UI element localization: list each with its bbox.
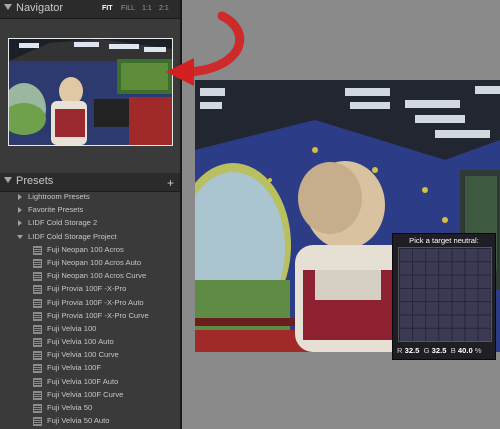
preset-item[interactable]: Fuji Neopan 100 Acros <box>0 243 180 256</box>
thumbnail-image <box>9 39 172 145</box>
preset-icon <box>33 404 42 413</box>
triangle-down-icon[interactable] <box>17 234 23 239</box>
preset-item[interactable]: Fuji Provia 100F -X-Pro <box>0 282 180 295</box>
preset-item[interactable]: Fuji Neopan 100 Acros Curve <box>0 269 180 282</box>
preset-item[interactable]: Fuji Neopan 100 Acros Auto <box>0 256 180 269</box>
preset-label: Fuji Provia 100F -X-Pro <box>47 284 127 294</box>
preset-label: Fuji Velvia 100F Curve <box>47 389 124 399</box>
preset-label: Fuji Velvia 100 <box>47 323 97 333</box>
preset-folder-favorite[interactable]: Favorite Presets <box>0 203 180 216</box>
preset-icon <box>33 338 42 348</box>
preset-label: Fuji Velvia 100 Curve <box>47 350 119 360</box>
preset-label: Fuji Neopan 100 Acros Curve <box>47 271 147 281</box>
target-neutral-loupe: Pick a target neutral: R 32.5 G 32.5 B 4… <box>392 233 496 360</box>
preset-label: Fuji Velvia 100F Auto <box>47 376 119 386</box>
preset-icon <box>33 390 42 400</box>
rgb-readout: R 32.5 G 32.5 B 40.0 % <box>397 346 482 355</box>
preset-folder-label: Favorite Presets <box>28 205 84 215</box>
preset-folder-lidf-cold-storage-2[interactable]: LIDF Cold Storage 2 <box>0 216 180 229</box>
preset-folder-lidf-cold-storage-project[interactable]: LIDF Cold Storage Project <box>0 230 180 243</box>
preset-folder-lightroom[interactable]: Lightroom Presets <box>0 190 180 203</box>
preset-label: Fuji Provia 100F -X-Pro Auto <box>47 297 144 307</box>
preset-label: Fuji Velvia 50 <box>47 403 93 412</box>
preset-label: Fuji Velvia 100 Auto <box>47 337 114 347</box>
triangle-right-icon[interactable] <box>18 194 22 200</box>
preset-folder-label: Lightroom Presets <box>28 192 90 201</box>
preset-icon <box>33 272 42 282</box>
preset-item[interactable]: Fuji Velvia 100 Auto <box>0 335 180 348</box>
preset-item[interactable]: Fuji Provia 100F -X-Pro Curve <box>0 309 180 322</box>
r-value: 32.5 <box>404 346 420 355</box>
preset-item[interactable]: Fuji Velvia 100 Curve <box>0 348 180 361</box>
g-label: G <box>423 346 430 355</box>
r-label: R <box>397 346 403 355</box>
preset-icon <box>33 417 42 427</box>
zoom-fill-option[interactable]: FILL <box>121 5 135 12</box>
preset-item[interactable]: Fuji Velvia 100F Curve <box>0 388 180 401</box>
preset-list: Lightroom Presets Favorite Presets LIDF … <box>0 190 180 427</box>
preset-icon <box>33 258 42 268</box>
navigator-header[interactable]: Navigator FIT FILL 1:1 2:1 <box>0 0 180 19</box>
preset-item[interactable]: Fuji Velvia 100F <box>0 361 180 374</box>
preset-label: Fuji Velvia 50 Auto <box>47 416 110 426</box>
add-preset-icon[interactable]: + <box>167 176 174 190</box>
navigator-title: Navigator <box>16 2 64 14</box>
zoom-1-1-option[interactable]: 1:1 <box>142 5 152 12</box>
collapse-triangle-icon[interactable] <box>4 4 12 10</box>
preset-item[interactable]: Fuji Velvia 50 <box>0 401 180 414</box>
preset-label: Fuji Provia 100F -X-Pro Curve <box>47 310 149 320</box>
preset-icon <box>33 298 42 308</box>
preset-icon <box>33 377 42 387</box>
g-value: 32.5 <box>431 346 447 355</box>
collapse-triangle-icon[interactable] <box>4 177 12 183</box>
preset-label: Fuji Neopan 100 Acros <box>47 244 124 254</box>
b-label: B <box>450 346 456 355</box>
preset-icon <box>33 245 42 255</box>
triangle-right-icon[interactable] <box>18 220 22 227</box>
preset-icon <box>33 351 42 361</box>
preset-icon <box>33 364 42 374</box>
zoom-fit-option[interactable]: FIT <box>102 5 113 12</box>
preset-item[interactable]: Fuji Velvia 50 Auto <box>0 414 180 427</box>
preset-label: Fuji Velvia 100F <box>47 363 102 373</box>
curved-arrow-icon <box>166 11 245 86</box>
triangle-right-icon[interactable] <box>18 207 22 214</box>
loupe-pixel-grid <box>398 247 492 342</box>
preset-item[interactable]: Fuji Provia 100F -X-Pro Auto <box>0 296 180 309</box>
preset-folder-label: LIDF Cold Storage 2 <box>28 218 98 228</box>
preset-label: Fuji Neopan 100 Acros Auto <box>47 257 142 267</box>
loupe-title: Pick a target neutral: <box>409 236 479 245</box>
navigator-thumbnail[interactable] <box>8 38 173 146</box>
preset-icon <box>33 324 42 334</box>
presets-title: Presets <box>16 175 54 187</box>
b-value: 40.0 <box>457 346 473 355</box>
preset-icon <box>33 285 42 295</box>
left-panel: Navigator FIT FILL 1:1 2:1 Presets + Lig… <box>0 0 180 429</box>
preset-item[interactable]: Fuji Velvia 100 <box>0 322 180 335</box>
preset-folder-label: LIDF Cold Storage Project <box>28 231 117 241</box>
unit-label: % <box>474 346 482 355</box>
preset-icon <box>33 311 42 321</box>
preset-item[interactable]: Fuji Velvia 100F Auto <box>0 375 180 388</box>
